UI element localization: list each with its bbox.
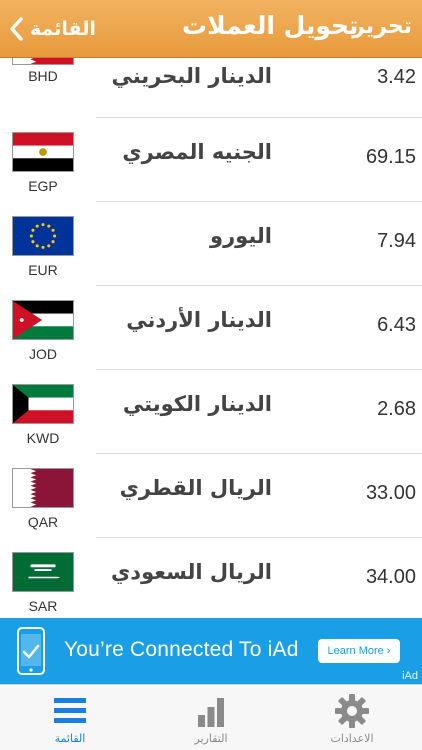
- navigation-bar: القائمة تحويل العملات تحرير: [0, 0, 422, 58]
- currency-name: الريال السعودي: [111, 560, 272, 584]
- tab-settings[interactable]: الاعدادات: [282, 685, 422, 750]
- tab-bar: القائمة التقارير الاعدادات: [0, 684, 422, 750]
- tab-label: التقارير: [194, 732, 228, 745]
- tab-list[interactable]: القائمة: [0, 685, 140, 750]
- currency-name: اليورو: [210, 224, 272, 248]
- currency-code: BHD: [28, 68, 58, 84]
- currency-name: الجنيه المصري: [122, 140, 272, 164]
- phone-check-icon: [17, 627, 45, 675]
- bar-chart-icon: [198, 698, 224, 727]
- currency-row-jod[interactable]: JOD الدينار الأردني 6.43: [0, 286, 422, 370]
- learn-more-button[interactable]: Learn More ›: [318, 639, 400, 663]
- currency-amount: 69.15: [365, 146, 416, 168]
- ad-text: You’re Connected To iAd: [64, 638, 299, 661]
- edit-button[interactable]: تحرير: [352, 14, 412, 39]
- qatar-flag-icon: [12, 468, 74, 508]
- currency-row-qar[interactable]: QAR الريال القطري 33.00: [0, 454, 422, 538]
- gear-icon: [335, 694, 369, 728]
- back-button-label: القائمة: [30, 18, 96, 40]
- currency-code: JOD: [29, 346, 57, 362]
- currency-name: الريال القطري: [119, 476, 272, 500]
- currency-code: EUR: [28, 262, 58, 278]
- currency-amount: 6.43: [377, 314, 416, 336]
- egypt-flag-icon: [12, 132, 74, 172]
- currency-name: الدينار الكويتي: [122, 392, 272, 416]
- currency-row-kwd[interactable]: KWD الدينار الكويتي 2.68: [0, 370, 422, 454]
- jordan-flag-icon: [12, 300, 74, 340]
- currency-row-sar[interactable]: SAR الريال السعودي 34.00: [0, 538, 422, 622]
- tab-label: القائمة: [54, 732, 86, 745]
- eu-flag-icon: [12, 216, 74, 256]
- currency-code: EGP: [28, 178, 58, 194]
- currency-code: QAR: [27, 514, 59, 530]
- currency-amount: 33.00: [365, 482, 416, 504]
- currency-name: الدينار البحريني: [111, 64, 272, 88]
- kuwait-flag-icon: [12, 384, 74, 424]
- iad-mark: iAd: [402, 670, 418, 682]
- currency-row-egp[interactable]: EGP الجنيه المصري 69.15: [0, 118, 422, 202]
- ad-banner[interactable]: You’re Connected To iAd Learn More › iAd: [0, 618, 422, 684]
- currency-amount: 7.94: [377, 230, 416, 252]
- currency-code: KWD: [26, 430, 60, 446]
- currency-row-eur[interactable]: EUR اليورو 7.94: [0, 202, 422, 286]
- tab-label: الاعدادات: [330, 732, 374, 745]
- currency-name: الدينار الأردني: [126, 308, 272, 332]
- currency-amount: 2.68: [377, 398, 416, 420]
- currency-list[interactable]: BHD الدينار البحريني 3.42 EGP الجنيه الم…: [0, 0, 422, 684]
- chevron-left-icon: [10, 17, 23, 41]
- currency-amount: 34.00: [365, 566, 416, 588]
- tab-reports[interactable]: التقارير: [141, 685, 281, 750]
- currency-code: SAR: [28, 598, 58, 614]
- saudi-flag-icon: [12, 552, 74, 592]
- list-icon: [54, 698, 86, 723]
- back-button[interactable]: القائمة: [8, 13, 96, 45]
- page-title: تحويل العملات: [182, 11, 359, 40]
- currency-amount: 3.42: [377, 66, 416, 88]
